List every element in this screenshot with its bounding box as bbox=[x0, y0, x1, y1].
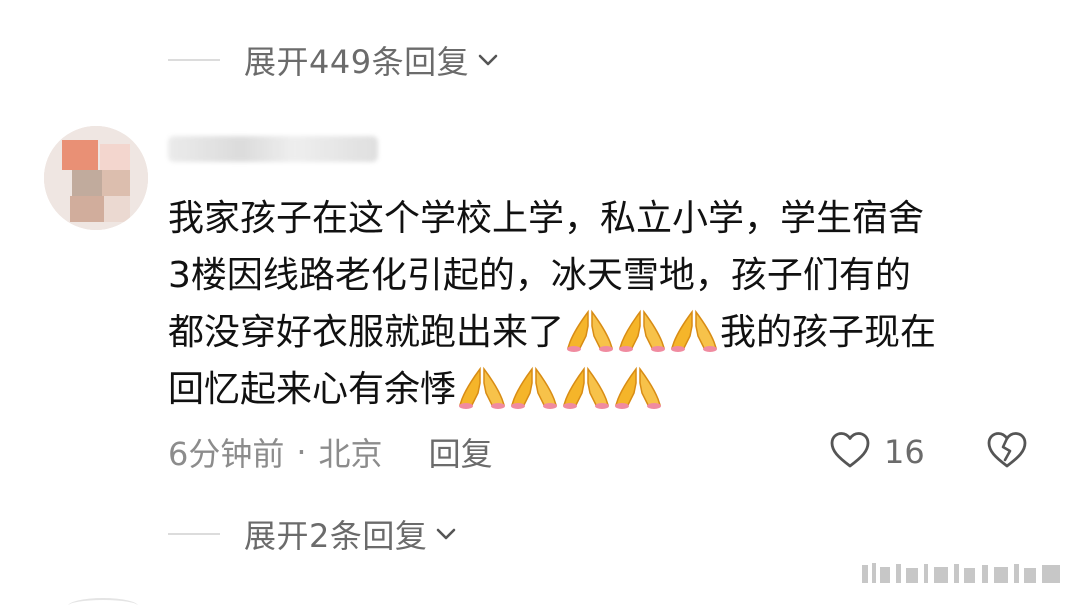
chevron-down-icon bbox=[475, 47, 501, 73]
meta-separator: · bbox=[296, 433, 307, 471]
expand-replies-top[interactable]: 展开449条回复 bbox=[168, 40, 501, 81]
comment-line: 都没穿好衣服就跑出来了 我的孩子现在 bbox=[168, 304, 1048, 361]
watermark bbox=[862, 561, 1062, 587]
divider-line bbox=[168, 533, 220, 535]
like-count: 16 bbox=[884, 433, 925, 471]
divider-line bbox=[168, 59, 220, 61]
username-blurred bbox=[168, 136, 378, 162]
folded-hands-emoji bbox=[564, 308, 616, 352]
like-button[interactable]: 16 bbox=[828, 430, 925, 474]
chevron-down-icon bbox=[433, 521, 459, 547]
comment-segment: 都没穿好衣服就跑出来了 bbox=[168, 312, 565, 353]
comment-line: 我家孩子在这个学校上学，私立小学，学生宿舍 bbox=[168, 198, 925, 239]
comment-text: 我家孩子在这个学校上学，私立小学，学生宿舍 3楼因线路老化引起的，冰天雪地，孩子… bbox=[168, 190, 1048, 418]
folded-hands-emoji bbox=[456, 365, 508, 409]
avatar[interactable] bbox=[44, 126, 148, 230]
expand-replies-label: 展开2条回复 bbox=[244, 517, 428, 555]
folded-hands-emoji bbox=[508, 365, 560, 409]
dislike-button[interactable] bbox=[984, 430, 1030, 474]
comment-line: 3楼因线路老化引起的，冰天雪地，孩子们有的 bbox=[168, 255, 911, 296]
folded-hands-emoji bbox=[616, 308, 668, 352]
expand-replies-bottom[interactable]: 展开2条回复 bbox=[168, 514, 459, 555]
comment-location: 北京 bbox=[318, 435, 383, 473]
folded-hands-emoji bbox=[612, 365, 664, 409]
comment-line: 回忆起来心有余悸 bbox=[168, 361, 1048, 418]
comment-time: 6分钟前 bbox=[168, 435, 285, 473]
username[interactable] bbox=[168, 132, 388, 166]
expand-replies-label: 展开449条回复 bbox=[244, 43, 470, 81]
comment-meta: 6分钟前 · 北京 回复 bbox=[168, 430, 493, 474]
reply-button[interactable]: 回复 bbox=[429, 429, 493, 475]
heart-outline-icon bbox=[828, 430, 872, 474]
broken-heart-icon bbox=[985, 430, 1029, 474]
comment-segment: 我的孩子现在 bbox=[720, 312, 937, 353]
folded-hands-emoji bbox=[560, 365, 612, 409]
next-avatar-partial bbox=[68, 598, 138, 605]
folded-hands-emoji bbox=[668, 308, 720, 352]
comment-thread: 展开449条回复 我家孩子在这个学校上学，私立小学，学生宿舍 3楼因线路老化引起… bbox=[0, 0, 1080, 605]
comment-segment: 回忆起来心有余悸 bbox=[168, 369, 457, 410]
